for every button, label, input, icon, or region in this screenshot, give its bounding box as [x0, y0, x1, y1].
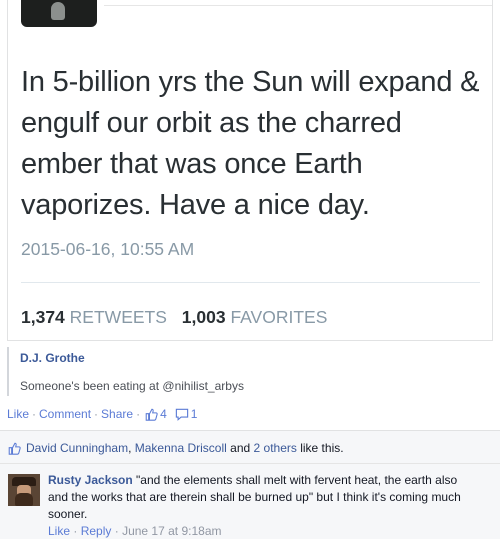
comment-link[interactable]: Comment	[39, 407, 91, 421]
avatar[interactable]	[8, 474, 40, 506]
separator-dot: ·	[32, 407, 37, 421]
tweet-divider	[21, 282, 480, 283]
liker-link[interactable]: David Cunningham	[26, 441, 128, 455]
likes-separator: ,	[128, 441, 132, 455]
tweet-text: In 5-billion yrs the Sun will expand & e…	[21, 66, 480, 221]
comment-bubble-icon	[175, 408, 188, 421]
comment-author[interactable]: Rusty Jackson	[48, 473, 133, 487]
tweet-header-divider	[104, 0, 492, 6]
comment-body: Rusty Jackson "and the elements shall me…	[48, 472, 480, 523]
post-action-row: Like · Comment · Share · 4 1	[7, 407, 203, 421]
tweet-stats: 1,374 RETWEETS 1,003 FAVORITES	[21, 307, 337, 328]
separator-dot: ·	[114, 524, 123, 538]
embedded-tweet-image[interactable]: In 5-billion yrs the Sun will expand & e…	[7, 0, 493, 341]
others-link[interactable]: 2 others	[254, 441, 297, 455]
like-link[interactable]: Like	[7, 407, 29, 421]
likes-counter[interactable]: 4	[145, 407, 173, 421]
likes-suffix: like this.	[300, 441, 344, 455]
liker-link[interactable]: Makenna Driscoll	[135, 441, 227, 455]
separator-dot: ·	[73, 524, 81, 538]
shared-post-author[interactable]: D.J. Grothe	[20, 351, 85, 365]
retweets-label: RETWEETS	[69, 307, 167, 327]
likes-count: 4	[160, 407, 167, 421]
separator-dot: ·	[94, 407, 99, 421]
comment-like-link[interactable]: Like	[48, 524, 70, 538]
favorites-count: 1,003	[181, 307, 226, 327]
feedback-section: David Cunningham , Makenna Driscoll and …	[0, 430, 500, 539]
favorites-label: FAVORITES	[230, 307, 328, 327]
comment-meta: Like · Reply · June 17 at 9:18am	[48, 524, 221, 538]
comments-count: 1	[190, 407, 198, 421]
separator-dot: ·	[136, 407, 141, 421]
likes-summary: David Cunningham , Makenna Driscoll and …	[8, 441, 344, 455]
share-link[interactable]: Share	[101, 407, 133, 421]
shared-post-text: Someone's been eating at @nihilist_arbys	[20, 379, 244, 393]
comment-reply-link[interactable]: Reply	[81, 524, 112, 538]
tweet-avatar	[21, 0, 97, 27]
tweet-timestamp: 2015-06-16, 10:55 AM	[21, 239, 195, 259]
thumbs-up-icon	[8, 442, 21, 455]
comment-timestamp[interactable]: June 17 at 9:18am	[122, 524, 221, 538]
comments-counter[interactable]: 1	[175, 407, 204, 421]
retweets-count: 1,374	[21, 307, 65, 327]
likes-and: and	[230, 441, 251, 455]
thumbs-up-icon	[145, 408, 158, 421]
ufi-divider	[0, 463, 500, 464]
shared-post: D.J. Grothe Someone's been eating at @ni…	[7, 347, 493, 396]
